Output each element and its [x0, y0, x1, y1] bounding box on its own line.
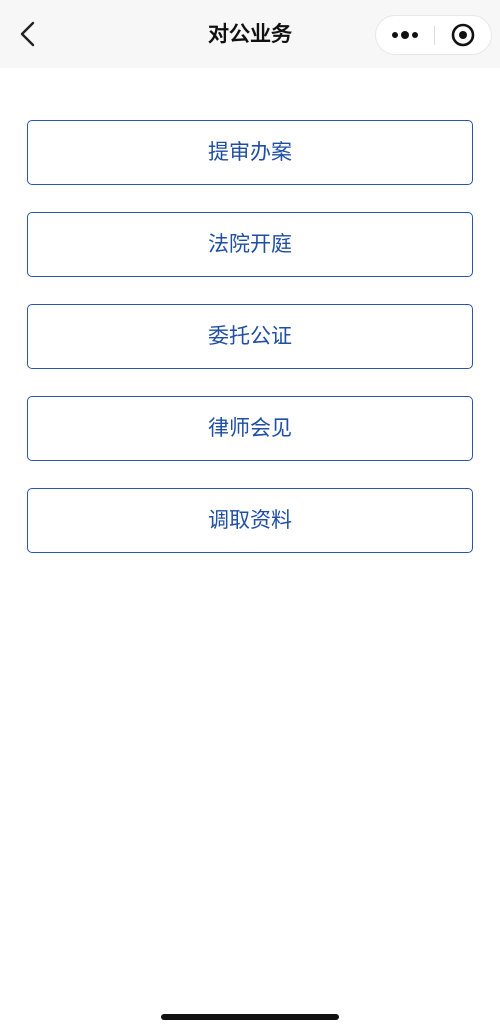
menu-button-notarization[interactable]: 委托公证	[27, 304, 473, 369]
business-menu-list: 提审办案 法院开庭 委托公证 律师会见 调取资料	[27, 120, 473, 580]
miniprogram-capsule	[375, 15, 492, 55]
back-button[interactable]	[12, 16, 46, 52]
menu-button-lawyer-meeting[interactable]: 律师会见	[27, 396, 473, 461]
more-button[interactable]	[376, 16, 434, 54]
target-circle-icon	[435, 16, 492, 54]
menu-button-court-hearing[interactable]: 法院开庭	[27, 212, 473, 277]
menu-button-review-case[interactable]: 提审办案	[27, 120, 473, 185]
menu-button-retrieve-materials[interactable]: 调取资料	[27, 488, 473, 553]
home-indicator[interactable]	[161, 1014, 339, 1020]
navbar: 对公业务	[0, 0, 500, 68]
close-miniprogram-button[interactable]	[435, 16, 492, 54]
more-dots-icon	[376, 16, 434, 54]
chevron-left-icon	[12, 16, 46, 52]
